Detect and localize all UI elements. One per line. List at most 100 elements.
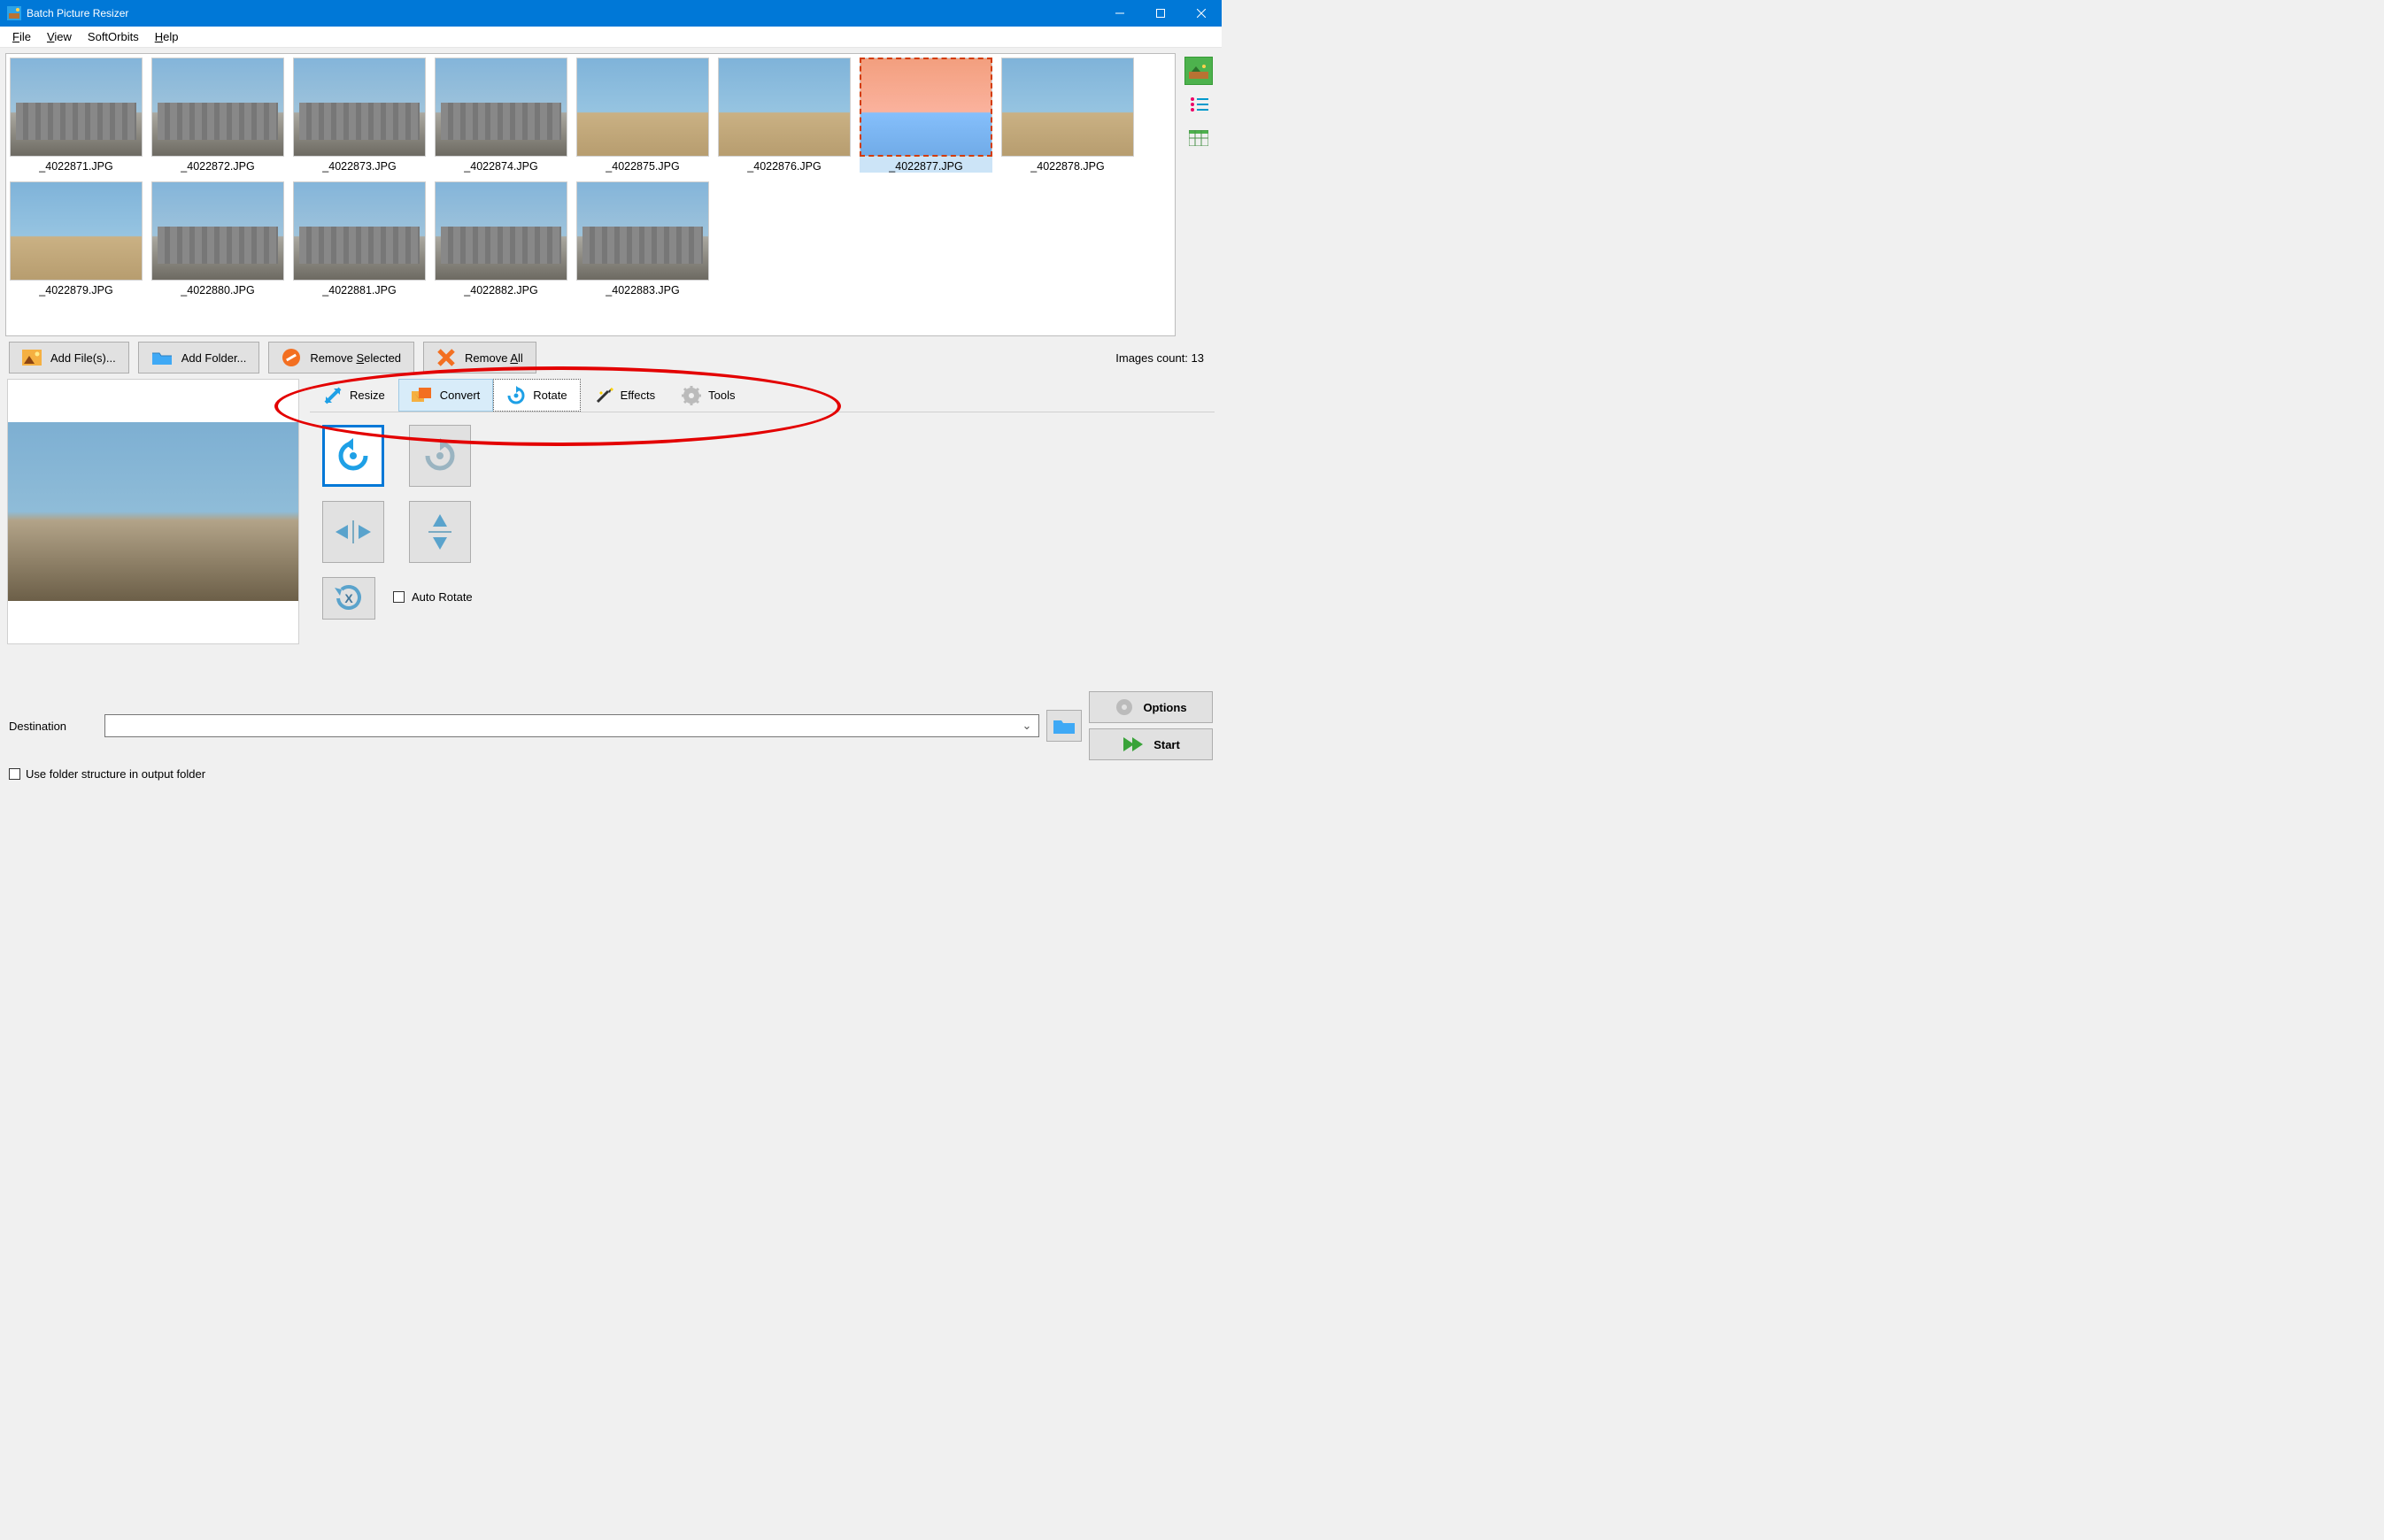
flip-vertical-button[interactable] <box>409 501 471 563</box>
gear-icon <box>1115 697 1134 717</box>
thumbnail-filename: _4022876.JPG <box>718 157 851 173</box>
tab-resize-label: Resize <box>350 389 385 402</box>
resize-icon <box>323 386 343 405</box>
tab-resize[interactable]: Resize <box>310 379 398 412</box>
thumbnail-image <box>576 181 709 281</box>
thumbnail-item[interactable]: _4022878.JPG <box>1001 58 1134 173</box>
view-thumbnails-button[interactable] <box>1184 57 1213 85</box>
chevron-down-icon: ⌄ <box>1019 719 1035 733</box>
thumbnail-item[interactable]: _4022877.JPG <box>860 58 992 173</box>
thumbnail-filename: _4022878.JPG <box>1001 157 1134 173</box>
thumbnail-filename: _4022872.JPG <box>151 157 284 173</box>
add-files-label: Add File(s)... <box>50 351 116 365</box>
thumbnail-filename: _4022883.JPG <box>576 281 709 296</box>
remove-all-button[interactable]: Remove All <box>423 342 536 373</box>
thumbnail-item[interactable]: _4022881.JPG <box>293 181 426 296</box>
thumbnail-list[interactable]: _4022871.JPG _4022872.JPG _4022873.JPG _402… <box>5 53 1176 336</box>
tab-tools[interactable]: Tools <box>668 379 748 412</box>
thumbnail-image <box>151 181 284 281</box>
effects-icon <box>594 386 613 405</box>
thumbnail-image <box>293 58 426 157</box>
checkbox-icon <box>393 591 405 603</box>
checkbox-icon <box>9 768 20 780</box>
rotate-icon <box>506 386 526 405</box>
thumbnail-image <box>435 58 567 157</box>
preview-image <box>8 422 298 602</box>
tab-convert[interactable]: Convert <box>398 379 494 412</box>
menu-help[interactable]: Help <box>148 28 186 45</box>
remove-all-label: Remove All <box>465 351 523 365</box>
picture-icon <box>22 350 42 366</box>
view-details-button[interactable] <box>1184 124 1213 152</box>
thumbnail-filename: _4022881.JPG <box>293 281 426 296</box>
window-minimize-button[interactable] <box>1099 0 1140 27</box>
thumbnail-image <box>1001 58 1134 157</box>
images-count-label: Images count: 13 <box>1115 351 1213 365</box>
tools-icon <box>682 386 701 405</box>
thumbnail-filename: _4022875.JPG <box>576 157 709 173</box>
tab-rotate[interactable]: Rotate <box>493 379 580 412</box>
thumbnail-filename: _4022877.JPG <box>860 157 992 173</box>
menu-view[interactable]: View <box>40 28 79 45</box>
convert-icon <box>412 386 433 405</box>
thumbnail-item[interactable]: _4022879.JPG <box>10 181 143 296</box>
thumbnail-image <box>10 181 143 281</box>
svg-text:X: X <box>344 591 353 605</box>
start-button[interactable]: Start <box>1089 728 1213 760</box>
window-title: Batch Picture Resizer <box>27 7 1099 19</box>
auto-rotate-checkbox[interactable]: Auto Rotate <box>393 590 473 604</box>
view-mode-buttons <box>1181 53 1216 336</box>
use-folder-structure-label: Use folder structure in output folder <box>26 767 205 781</box>
use-folder-structure-checkbox[interactable]: Use folder structure in output folder <box>9 766 1213 781</box>
browse-folder-button[interactable] <box>1046 710 1082 742</box>
thumbnail-item[interactable]: _4022876.JPG <box>718 58 851 173</box>
thumbnail-item[interactable]: _4022872.JPG <box>151 58 284 173</box>
add-folder-label: Add Folder... <box>181 351 247 365</box>
titlebar: Batch Picture Resizer <box>0 0 1222 27</box>
thumbnail-image <box>151 58 284 157</box>
start-label: Start <box>1153 738 1180 751</box>
app-icon <box>7 6 21 20</box>
tab-effects[interactable]: Effects <box>581 379 669 412</box>
flip-horizontal-button[interactable] <box>322 501 384 563</box>
destination-combobox[interactable]: ⌄ <box>104 714 1039 737</box>
add-files-button[interactable]: Add File(s)... <box>9 342 129 373</box>
remove-selected-label: Remove Selected <box>310 351 401 365</box>
thumbnail-image <box>718 58 851 157</box>
thumbnail-item[interactable]: _4022882.JPG <box>435 181 567 296</box>
auto-rotate-button[interactable]: X <box>322 577 375 620</box>
window-close-button[interactable] <box>1181 0 1222 27</box>
window-maximize-button[interactable] <box>1140 0 1181 27</box>
rotate-left-button[interactable] <box>322 425 384 487</box>
thumbnail-item[interactable]: _4022875.JPG <box>576 58 709 173</box>
thumbnail-item[interactable]: _4022883.JPG <box>576 181 709 296</box>
delete-icon <box>436 348 456 367</box>
preview-pane <box>7 379 299 644</box>
add-folder-button[interactable]: Add Folder... <box>138 342 260 373</box>
remove-selected-button[interactable]: Remove Selected <box>268 342 414 373</box>
thumbnail-image <box>435 181 567 281</box>
options-button[interactable]: Options <box>1089 691 1213 723</box>
thumbnail-filename: _4022879.JPG <box>10 281 143 296</box>
thumbnail-filename: _4022871.JPG <box>10 157 143 173</box>
rotate-panel: X Auto Rotate <box>310 412 1215 632</box>
menu-softorbits[interactable]: SoftOrbits <box>81 28 146 45</box>
tab-rotate-label: Rotate <box>533 389 567 402</box>
destination-label: Destination <box>9 720 97 733</box>
thumbnail-filename: _4022874.JPG <box>435 157 567 173</box>
thumbnail-item[interactable]: _4022880.JPG <box>151 181 284 296</box>
view-list-button[interactable] <box>1184 90 1213 119</box>
thumbnail-item[interactable]: _4022874.JPG <box>435 58 567 173</box>
thumbnail-filename: _4022882.JPG <box>435 281 567 296</box>
thumbnail-filename: _4022873.JPG <box>293 157 426 173</box>
auto-rotate-label: Auto Rotate <box>412 590 473 604</box>
thumbnail-image <box>293 181 426 281</box>
menu-file[interactable]: File <box>5 28 38 45</box>
thumbnail-item[interactable]: _4022873.JPG <box>293 58 426 173</box>
thumbnail-item[interactable]: _4022871.JPG <box>10 58 143 173</box>
menubar: File View SoftOrbits Help <box>0 27 1222 48</box>
options-label: Options <box>1143 701 1186 714</box>
remove-icon <box>282 348 301 367</box>
tab-tools-label: Tools <box>708 389 735 402</box>
rotate-right-button[interactable] <box>409 425 471 487</box>
